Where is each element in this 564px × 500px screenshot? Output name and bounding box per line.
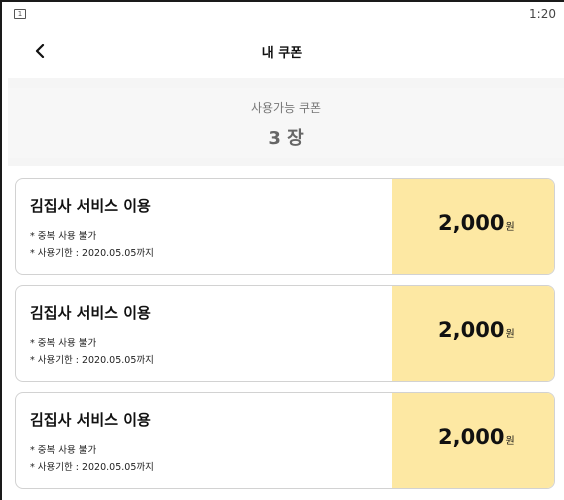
coupon-note-expiry: * 사용기한 : 2020.05.05까지 bbox=[30, 462, 154, 473]
coupon-summary: 사용가능 쿠폰 3 장 bbox=[8, 78, 564, 166]
coupon-currency-unit: 원 bbox=[505, 329, 515, 340]
coupon-title: 김집사 서비스 이용 bbox=[30, 197, 151, 215]
app-bar: 내 쿠폰 bbox=[0, 28, 564, 74]
coupon-note-expiry: * 사용기한 : 2020.05.05까지 bbox=[30, 248, 154, 259]
coupon-amount-panel: 2,000원 bbox=[392, 286, 554, 381]
coupon-amount: 2,000 bbox=[438, 211, 505, 235]
coupon-currency-unit: 원 bbox=[505, 222, 515, 233]
coupon-info: 김집사 서비스 이용 * 중복 사용 불가 * 사용기한 : 2020.05.0… bbox=[16, 286, 392, 381]
coupon-card[interactable]: 김집사 서비스 이용 * 중복 사용 불가 * 사용기한 : 2020.05.0… bbox=[15, 178, 555, 275]
coupon-amount: 2,000 bbox=[438, 318, 505, 342]
status-time: 1:20 bbox=[529, 7, 556, 21]
coupon-note-duplicate: * 중복 사용 불가 bbox=[30, 231, 97, 242]
coupon-amount-group: 2,000원 bbox=[438, 318, 515, 342]
coupon-amount-panel: 2,000원 bbox=[392, 393, 554, 488]
coupon-card[interactable]: 김집사 서비스 이용 * 중복 사용 불가 * 사용기한 : 2020.05.0… bbox=[15, 392, 555, 489]
notification-icon: 1 bbox=[14, 9, 26, 19]
coupon-amount-group: 2,000원 bbox=[438, 211, 515, 235]
available-coupons-label: 사용가능 쿠폰 bbox=[250, 101, 322, 115]
coupon-note-expiry: * 사용기한 : 2020.05.05까지 bbox=[30, 355, 154, 366]
coupon-title: 김집사 서비스 이용 bbox=[30, 304, 151, 322]
coupon-info: 김집사 서비스 이용 * 중복 사용 불가 * 사용기한 : 2020.05.0… bbox=[16, 179, 392, 274]
coupon-info: 김집사 서비스 이용 * 중복 사용 불가 * 사용기한 : 2020.05.0… bbox=[16, 393, 392, 488]
coupon-amount-panel: 2,000원 bbox=[392, 179, 554, 274]
status-bar: 1 1:20 bbox=[0, 0, 564, 28]
coupon-title: 김집사 서비스 이용 bbox=[30, 411, 151, 429]
coupon-currency-unit: 원 bbox=[505, 436, 515, 447]
coupon-note-duplicate: * 중복 사용 불가 bbox=[30, 445, 97, 456]
coupon-card[interactable]: 김집사 서비스 이용 * 중복 사용 불가 * 사용기한 : 2020.05.0… bbox=[15, 285, 555, 382]
coupon-summary-panel: 사용가능 쿠폰 3 장 bbox=[8, 88, 564, 158]
available-coupons-count: 3 장 bbox=[268, 128, 304, 149]
coupon-amount: 2,000 bbox=[438, 425, 505, 449]
coupon-list: 김집사 서비스 이용 * 중복 사용 불가 * 사용기한 : 2020.05.0… bbox=[15, 178, 555, 499]
coupon-note-duplicate: * 중복 사용 불가 bbox=[30, 338, 97, 349]
coupon-amount-group: 2,000원 bbox=[438, 425, 515, 449]
window-frame-left bbox=[0, 0, 2, 500]
page-title: 내 쿠폰 bbox=[261, 46, 303, 61]
